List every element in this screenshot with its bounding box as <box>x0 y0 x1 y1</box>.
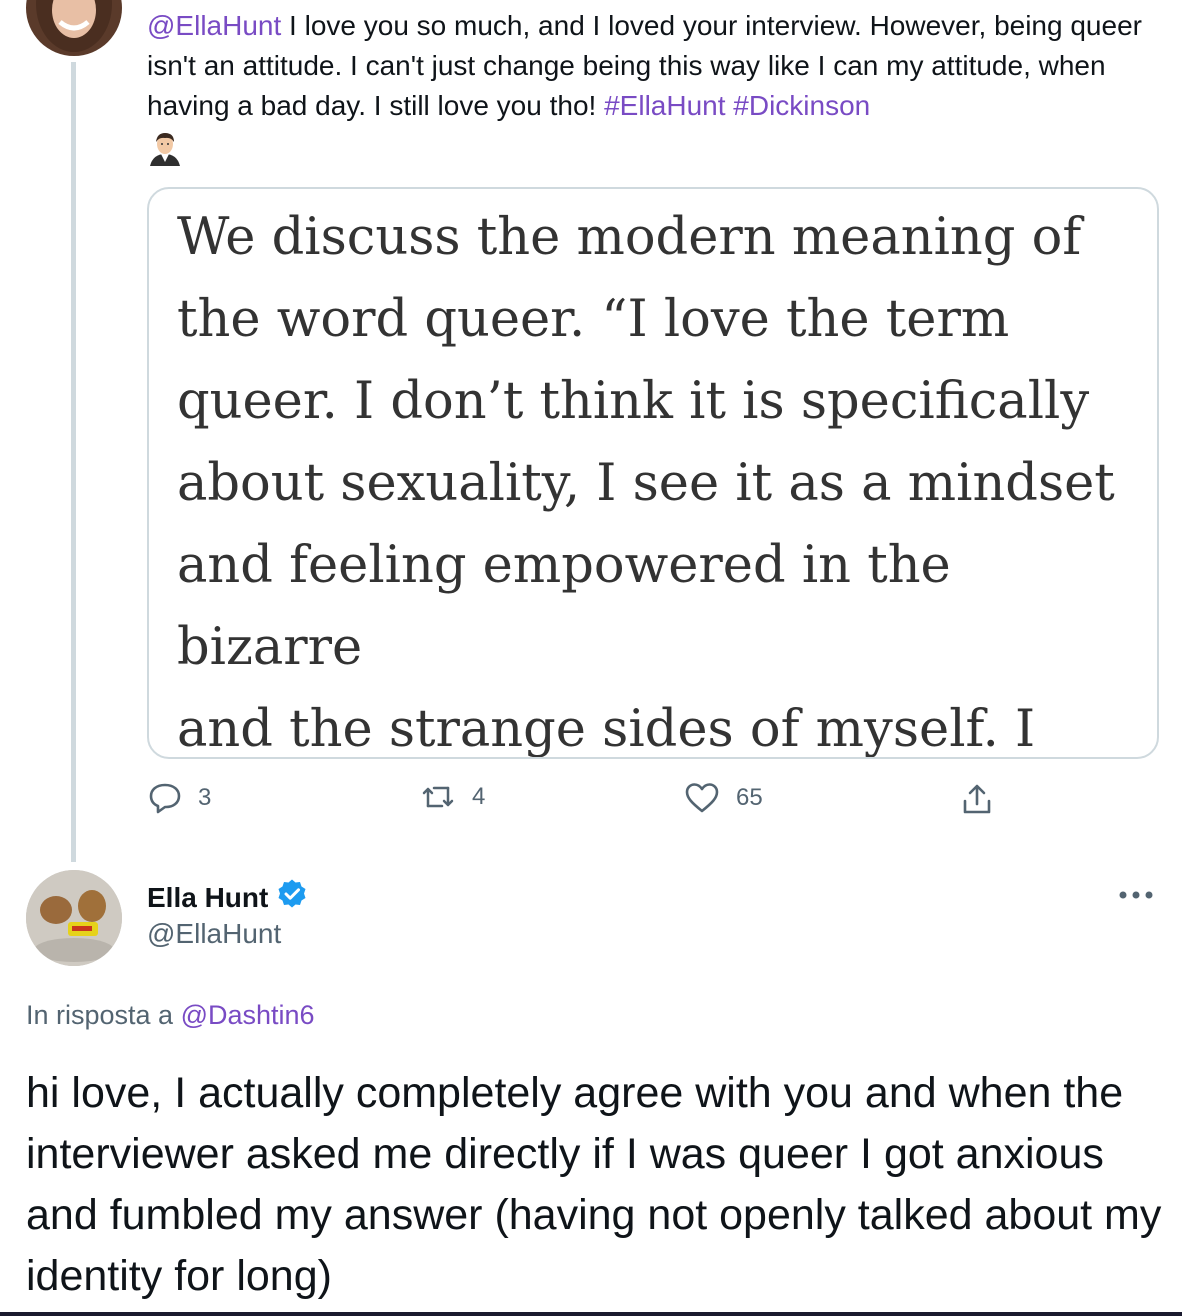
author-name[interactable]: Ella Hunt <box>147 882 268 914</box>
share-action[interactable] <box>960 782 994 816</box>
reply-count: 3 <box>198 784 212 811</box>
parent-tweet-text: @EllaHunt I love you so much, and I love… <box>147 6 1167 177</box>
verified-badge-icon <box>276 878 308 917</box>
share-icon <box>960 782 994 816</box>
tweet-action-bar: 3 4 65 <box>0 782 1182 826</box>
thread-connector-line <box>71 62 76 862</box>
more-options-icon[interactable] <box>1114 880 1158 910</box>
reply-context: In risposta a @Dashtin6 <box>26 1000 315 1031</box>
retweet-action[interactable]: 4 <box>420 782 485 812</box>
reply-tweet-text: hi love, I actually completely agree wit… <box>26 1069 1162 1300</box>
retweet-icon <box>420 782 456 812</box>
heart-icon <box>684 782 720 814</box>
author-handle[interactable]: @EllaHunt <box>147 918 281 950</box>
reply-to-mention-link[interactable]: @Dashtin6 <box>181 1000 315 1030</box>
reply-author-avatar[interactable] <box>26 870 122 966</box>
parent-author-avatar[interactable] <box>26 0 122 56</box>
mention-link[interactable]: @EllaHunt <box>147 10 281 41</box>
tweet-thread: @EllaHunt I love you so much, and I love… <box>0 0 1182 1316</box>
quoted-image-text: We discuss the modern meaning of the wor… <box>177 208 1115 759</box>
like-count: 65 <box>736 784 763 811</box>
hashtag-link-dickinson[interactable]: #Dickinson <box>733 90 870 121</box>
bottom-divider <box>0 1312 1182 1316</box>
quoted-image-card[interactable]: We discuss the modern meaning of the wor… <box>147 187 1159 759</box>
retweet-count: 4 <box>472 783 486 810</box>
reply-author-name-row[interactable]: Ella Hunt <box>147 878 308 917</box>
reply-action[interactable]: 3 <box>148 782 211 814</box>
hashtag-link-ellahunt[interactable]: #EllaHunt <box>604 90 725 121</box>
person-emoji-icon <box>147 132 183 177</box>
reply-icon <box>148 782 182 814</box>
like-action[interactable]: 65 <box>684 782 763 814</box>
reply-prefix: In risposta a <box>26 1000 181 1030</box>
